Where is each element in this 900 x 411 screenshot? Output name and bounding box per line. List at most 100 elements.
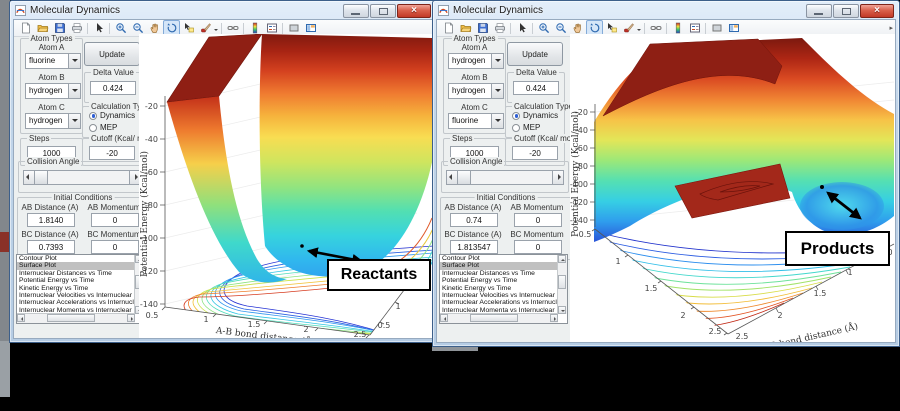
list-item[interactable]: Internuclear Velocities vs Internuclear …: [17, 292, 135, 299]
zoom-in-button[interactable]: [112, 20, 129, 36]
list-item[interactable]: Contour Plot: [17, 255, 135, 262]
bc-distance-field[interactable]: [27, 240, 75, 254]
dropdown-arrow-icon[interactable]: [491, 84, 503, 98]
minimize-button[interactable]: [343, 4, 369, 18]
plot-type-listbox[interactable]: Contour Plot Surface Plot Internuclear D…: [16, 254, 145, 324]
atom-c-dropdown[interactable]: hydrogen: [25, 113, 81, 129]
maximize-button[interactable]: [370, 4, 396, 18]
calculation-type-title: Calculation Type: [512, 102, 575, 111]
list-item[interactable]: Internuclear Distances vs Time: [440, 270, 558, 277]
dynamics-radio[interactable]: Dynamics: [89, 111, 135, 120]
vertical-scroll-thumb[interactable]: [558, 275, 566, 289]
bc-momentum-field[interactable]: [514, 240, 562, 254]
svg-text:-20: -20: [145, 102, 158, 111]
list-item[interactable]: Potential Energy vs Time: [17, 277, 135, 284]
mep-label: MEP: [523, 123, 540, 132]
list-item[interactable]: Kinetic Energy vs Time: [17, 285, 135, 292]
brush-icon: [623, 22, 635, 34]
list-item[interactable]: Kinetic Energy vs Time: [440, 285, 558, 292]
radio-selected-icon: [89, 112, 97, 120]
surface-plot-axes[interactable]: -20 -40 -60 -80 -100 -120 -140 0.5 1 1.5…: [570, 34, 896, 343]
atom-a-dropdown[interactable]: fluorine: [25, 53, 81, 69]
ab-momentum-field[interactable]: [91, 213, 139, 227]
maximize-button[interactable]: [833, 4, 859, 18]
atom-types-panel: Atom Types Atom A fluorine Atom B hydrog…: [20, 38, 83, 134]
collision-angle-slider[interactable]: [446, 170, 564, 185]
horizontal-scrollbar[interactable]: [440, 313, 558, 323]
atom-c-dropdown[interactable]: fluorine: [448, 113, 504, 129]
mep-radio[interactable]: MEP: [89, 123, 117, 132]
ab-momentum-label: AB Momentum: [84, 203, 144, 212]
close-button[interactable]: ×: [860, 4, 894, 18]
slider-thumb[interactable]: [458, 171, 471, 184]
dropdown-arrow-icon[interactable]: [68, 114, 80, 128]
list-item[interactable]: Internuclear Distances vs Time: [17, 270, 135, 277]
colorbar-icon: [672, 22, 684, 34]
update-button[interactable]: Update: [84, 42, 140, 66]
ab-distance-field[interactable]: [450, 213, 498, 227]
edit-plot-button[interactable]: [90, 20, 107, 36]
slider-right-arrow[interactable]: [552, 171, 563, 184]
hide-tools-icon: [711, 22, 723, 34]
zoom-out-button[interactable]: [552, 20, 569, 36]
collision-angle-panel: Collision Angle: [18, 161, 146, 193]
horizontal-scrollbar[interactable]: [17, 313, 135, 323]
vertical-scrollbar[interactable]: [557, 255, 567, 314]
list-item[interactable]: Potential Energy vs Time: [440, 277, 558, 284]
brush-dropdown-caret[interactable]: [214, 29, 218, 33]
dropdown-arrow-icon[interactable]: [68, 84, 80, 98]
listbox-items: Contour Plot Surface Plot Internuclear D…: [440, 255, 558, 314]
ab-distance-field[interactable]: [27, 213, 75, 227]
delta-value-field[interactable]: [513, 81, 559, 95]
titlebar[interactable]: Molecular Dynamics ×: [10, 1, 436, 19]
plot-type-listbox[interactable]: Contour Plot Surface Plot Internuclear D…: [439, 254, 568, 324]
dropdown-arrow-icon[interactable]: [68, 54, 80, 68]
slider-left-arrow[interactable]: [24, 171, 35, 184]
dropdown-arrow-icon[interactable]: [491, 114, 503, 128]
horizontal-scroll-thumb[interactable]: [470, 314, 518, 322]
minimize-button[interactable]: [806, 4, 832, 18]
radio-icon: [512, 124, 520, 132]
list-item[interactable]: Internuclear Accelerations vs Internucle…: [440, 299, 558, 306]
scroll-right-button[interactable]: [550, 314, 558, 322]
cutoff-field[interactable]: [512, 146, 558, 160]
list-item-selected[interactable]: Surface Plot: [17, 262, 135, 269]
dynamics-radio[interactable]: Dynamics: [512, 111, 558, 120]
radio-icon: [89, 124, 97, 132]
atom-b-dropdown[interactable]: hydrogen: [448, 83, 504, 99]
delta-value-panel: Delta Value: [507, 72, 565, 103]
close-button[interactable]: ×: [397, 4, 431, 18]
edit-plot-button[interactable]: [513, 20, 530, 36]
scroll-right-button[interactable]: [127, 314, 135, 322]
surface-plot-axes[interactable]: -20 -40 -60 -80 -100 -120 -140 0.5 1 1.5…: [139, 34, 433, 339]
list-item-selected[interactable]: Surface Plot: [440, 262, 558, 269]
scroll-down-button[interactable]: [558, 306, 566, 314]
slider-thumb[interactable]: [35, 171, 48, 184]
list-item[interactable]: Internuclear Accelerations vs Internucle…: [17, 299, 135, 306]
list-item[interactable]: Contour Plot: [440, 255, 558, 262]
cutoff-field[interactable]: [89, 146, 135, 160]
titlebar[interactable]: Molecular Dynamics ×: [433, 1, 899, 19]
atom-b-dropdown[interactable]: hydrogen: [25, 83, 81, 99]
atom-b-value: hydrogen: [452, 86, 485, 95]
scroll-left-button[interactable]: [17, 314, 25, 322]
scroll-left-button[interactable]: [440, 314, 448, 322]
delta-value-field[interactable]: [90, 81, 136, 95]
bc-momentum-field[interactable]: [91, 240, 139, 254]
horizontal-scroll-thumb[interactable]: [47, 314, 95, 322]
slider-left-arrow[interactable]: [447, 171, 458, 184]
ab-momentum-field[interactable]: [514, 213, 562, 227]
brush-dropdown-caret[interactable]: [637, 29, 641, 33]
toolbar-overflow-icon[interactable]: ▸: [889, 24, 893, 32]
zoom-in-button[interactable]: [535, 20, 552, 36]
list-item[interactable]: Internuclear Velocities vs Internuclear …: [440, 292, 558, 299]
bc-distance-label: BC Distance (A): [20, 230, 80, 239]
atom-a-dropdown[interactable]: hydrogen: [448, 53, 504, 69]
show-tools-icon: [728, 22, 740, 34]
dropdown-arrow-icon[interactable]: [491, 54, 503, 68]
bc-distance-field[interactable]: [450, 240, 498, 254]
scroll-up-button[interactable]: [558, 255, 566, 263]
collision-angle-slider[interactable]: [23, 170, 141, 185]
mep-radio[interactable]: MEP: [512, 123, 540, 132]
update-button[interactable]: Update: [507, 42, 563, 66]
